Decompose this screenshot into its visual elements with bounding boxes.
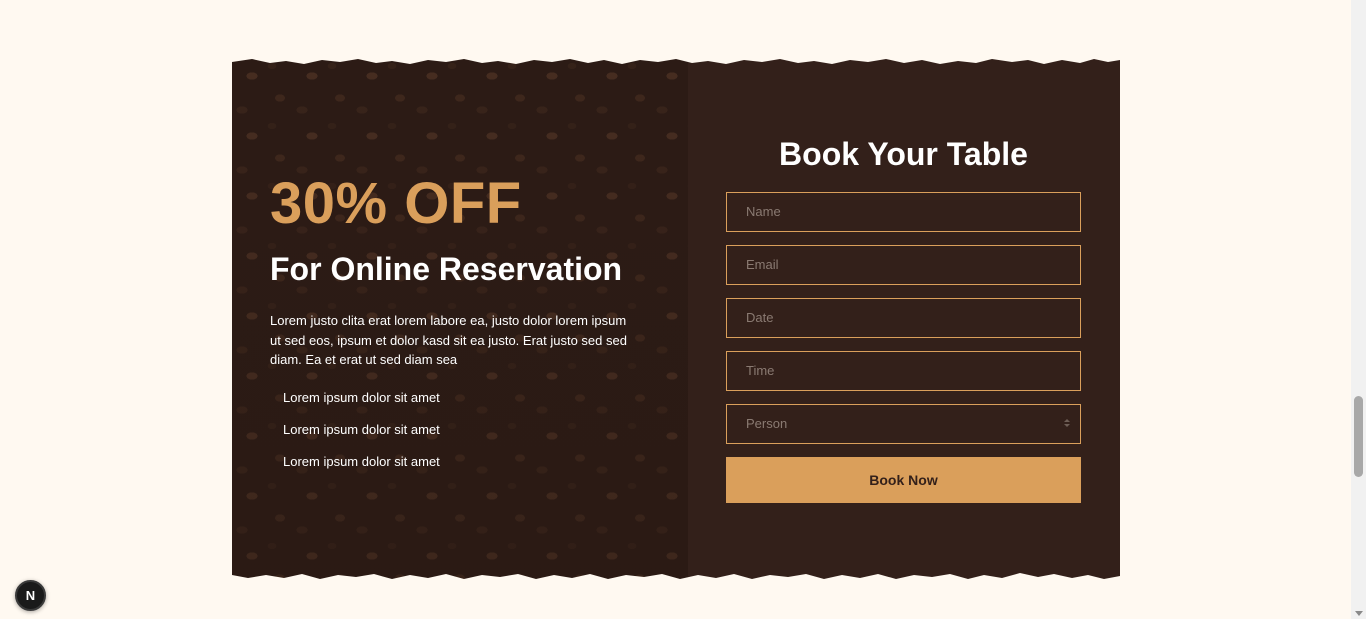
time-placeholder: Time (746, 363, 775, 378)
name-placeholder: Name (746, 204, 781, 219)
name-input[interactable]: Name (726, 192, 1081, 232)
torn-edge-top (232, 56, 1120, 64)
scrollbar-thumb[interactable] (1354, 396, 1363, 477)
date-placeholder: Date (746, 310, 774, 325)
list-item: Lorem ipsum dolor sit amet (283, 389, 440, 405)
booking-form-title: Book Your Table (779, 136, 1028, 172)
select-arrows-icon (1064, 419, 1070, 429)
list-item: Lorem ipsum dolor sit amet (283, 421, 440, 437)
booking-form: Name Email Date Time Person Book Now (726, 192, 1081, 503)
book-now-button[interactable]: Book Now (726, 457, 1081, 503)
booking-form-panel: Book Your Table Name Email Date Time Per… (688, 58, 1120, 580)
email-placeholder: Email (746, 257, 779, 272)
offer-subtitle: For Online Reservation (270, 251, 623, 287)
torn-edge-bottom (232, 573, 1120, 582)
list-item: Lorem ipsum dolor sit amet (283, 453, 440, 469)
email-input[interactable]: Email (726, 245, 1081, 285)
offer-panel: 30% OFF For Online Reservation Lorem jus… (232, 58, 688, 580)
offer-features-list: Lorem ipsum dolor sit amet Lorem ipsum d… (270, 390, 650, 470)
offer-description: Lorem justo clita erat lorem labore ea, … (270, 313, 627, 367)
page-scrollbar[interactable] (1351, 0, 1366, 619)
person-select[interactable]: Person (726, 404, 1081, 444)
dev-tools-badge[interactable]: N (15, 580, 46, 611)
offer-title: 30% OFF (270, 171, 522, 236)
scroll-down-arrow-icon[interactable] (1355, 611, 1363, 616)
time-input[interactable]: Time (726, 351, 1081, 391)
person-selected-value: Person (746, 416, 788, 431)
reservation-section: 30% OFF For Online Reservation Lorem jus… (232, 56, 1120, 582)
date-input[interactable]: Date (726, 298, 1081, 338)
